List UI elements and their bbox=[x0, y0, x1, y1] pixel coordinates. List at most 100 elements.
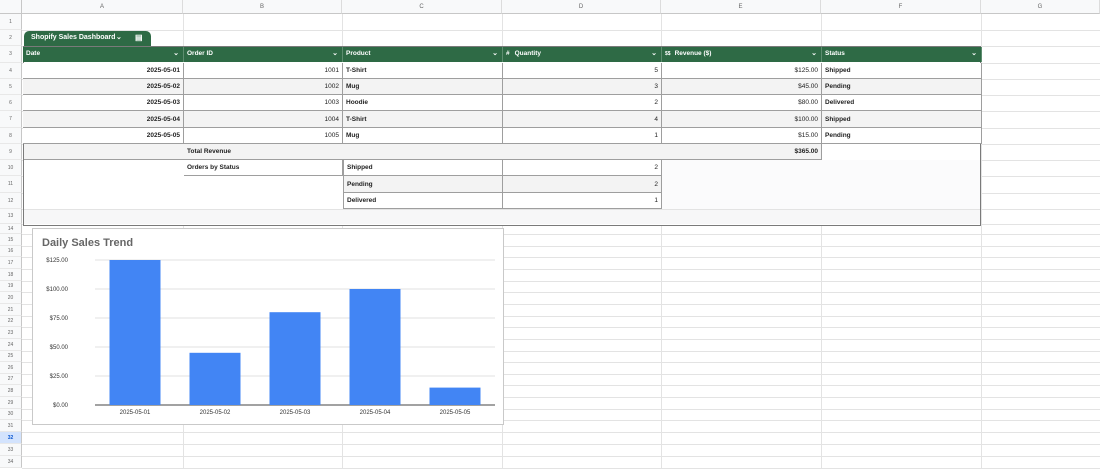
table-name-tab[interactable]: Shopify Sales Dashboard ⌄ ▤ bbox=[24, 31, 151, 46]
table-cell-order-id[interactable]: 1001 bbox=[184, 63, 343, 79]
row-header-18[interactable]: 18 bbox=[0, 269, 22, 281]
table-cell-product[interactable]: T-Shirt bbox=[343, 63, 503, 79]
row-header-1[interactable]: 1 bbox=[0, 14, 22, 30]
row-header-15[interactable]: 15 bbox=[0, 234, 22, 246]
row-header-8[interactable]: 8 bbox=[0, 128, 22, 144]
table-cell-status[interactable]: Shipped bbox=[822, 111, 982, 128]
table-cell-product[interactable]: Mug bbox=[343, 79, 503, 95]
table-cell-revenue[interactable]: $125.00 bbox=[662, 63, 822, 79]
row-header-27[interactable]: 27 bbox=[0, 374, 22, 385]
row-header-9[interactable]: 9 bbox=[0, 144, 22, 160]
row-header-4[interactable]: 4 bbox=[0, 63, 22, 79]
table-cell-revenue[interactable]: $100.00 bbox=[662, 111, 822, 128]
row-header-12[interactable]: 12 bbox=[0, 193, 22, 209]
row-header-19[interactable]: 19 bbox=[0, 281, 22, 292]
table-cell-quantity[interactable]: 1 bbox=[503, 128, 662, 144]
row-header-5[interactable]: 5 bbox=[0, 79, 22, 95]
row-header-22[interactable]: 22 bbox=[0, 316, 22, 327]
row-header-23[interactable]: 23 bbox=[0, 327, 22, 339]
column-header-quantity[interactable]: # Quantity ⌄ bbox=[503, 47, 662, 62]
row-header-13[interactable]: 13 bbox=[0, 209, 22, 224]
table-cell-revenue[interactable]: $80.00 bbox=[662, 95, 822, 111]
table-cell-product[interactable]: Hoodie bbox=[343, 95, 503, 111]
row-header-14[interactable]: 14 bbox=[0, 224, 22, 234]
column-header-b[interactable]: B bbox=[183, 0, 342, 14]
chevron-down-icon[interactable]: ⌄ bbox=[971, 47, 977, 61]
column-header-status[interactable]: Status ⌄ bbox=[822, 47, 982, 62]
table-cell-order-id[interactable]: 1003 bbox=[184, 95, 343, 111]
row-header-11[interactable]: 11 bbox=[0, 176, 22, 193]
table-cell-product[interactable]: Mug bbox=[343, 128, 503, 144]
row-header-16[interactable]: 16 bbox=[0, 246, 22, 257]
chart-bar[interactable] bbox=[109, 260, 161, 405]
column-header-product[interactable]: Product ⌄ bbox=[343, 47, 503, 62]
status-name-cell[interactable]: Pending bbox=[343, 176, 503, 193]
column-header-d[interactable]: D bbox=[502, 0, 661, 14]
table-cell-order-id[interactable]: 1005 bbox=[184, 128, 343, 144]
row-header-20[interactable]: 20 bbox=[0, 292, 22, 304]
table-cell-status[interactable]: Delivered bbox=[822, 95, 982, 111]
row-header-6[interactable]: 6 bbox=[0, 95, 22, 111]
row-header-32[interactable]: 32 bbox=[0, 432, 22, 444]
row-header-28[interactable]: 28 bbox=[0, 385, 22, 397]
table-cell-quantity[interactable]: 5 bbox=[503, 63, 662, 79]
status-count-cell[interactable]: 1 bbox=[503, 193, 662, 209]
table-cell-order-id[interactable]: 1004 bbox=[184, 111, 343, 128]
column-header-revenue[interactable]: $$ Revenue ($) ⌄ bbox=[662, 47, 822, 62]
chevron-down-icon[interactable]: ⌄ bbox=[116, 31, 122, 45]
select-all-corner[interactable] bbox=[0, 0, 22, 14]
row-header-29[interactable]: 29 bbox=[0, 397, 22, 409]
row-header-31[interactable]: 31 bbox=[0, 420, 22, 432]
table-cell-order-id[interactable]: 1002 bbox=[184, 79, 343, 95]
table-cell-quantity[interactable]: 4 bbox=[503, 111, 662, 128]
row-header-25[interactable]: 25 bbox=[0, 351, 22, 362]
row-header-21[interactable]: 21 bbox=[0, 304, 22, 316]
table-cell-status[interactable]: Pending bbox=[822, 128, 982, 144]
row-header-34[interactable]: 34 bbox=[0, 456, 22, 468]
chevron-down-icon[interactable]: ⌄ bbox=[332, 47, 338, 61]
row-header-30[interactable]: 30 bbox=[0, 409, 22, 420]
chart-bar[interactable] bbox=[269, 312, 321, 405]
table-cell-empty[interactable] bbox=[24, 144, 184, 160]
row-header-10[interactable]: 10 bbox=[0, 160, 22, 176]
column-header-order-id[interactable]: Order ID ⌄ bbox=[184, 47, 343, 62]
column-header-a[interactable]: A bbox=[22, 0, 183, 14]
row-header-24[interactable]: 24 bbox=[0, 339, 22, 351]
table-cell-date[interactable]: 2025-05-01 bbox=[23, 63, 184, 79]
column-header-g[interactable]: G bbox=[981, 0, 1100, 14]
row-header-17[interactable]: 17 bbox=[0, 257, 22, 269]
column-header-date[interactable]: Date ⌄ bbox=[23, 47, 184, 62]
row-header-33[interactable]: 33 bbox=[0, 444, 22, 456]
status-name-cell[interactable]: Delivered bbox=[343, 193, 503, 209]
total-revenue-value[interactable]: $365.00 bbox=[662, 144, 822, 160]
status-count-cell[interactable]: 2 bbox=[503, 160, 662, 176]
column-header-f[interactable]: F bbox=[821, 0, 981, 14]
row-header-26[interactable]: 26 bbox=[0, 362, 22, 374]
table-cell-product[interactable]: T-Shirt bbox=[343, 111, 503, 128]
chevron-down-icon[interactable]: ⌄ bbox=[173, 47, 179, 61]
table-cell-date[interactable]: 2025-05-04 bbox=[23, 111, 184, 128]
row-header-2[interactable]: 2 bbox=[0, 30, 22, 46]
table-cell-date[interactable]: 2025-05-02 bbox=[23, 79, 184, 95]
row-header-7[interactable]: 7 bbox=[0, 111, 22, 128]
chart-bar[interactable] bbox=[189, 352, 241, 405]
table-cell-quantity[interactable]: 3 bbox=[503, 79, 662, 95]
table-cell-date[interactable]: 2025-05-03 bbox=[23, 95, 184, 111]
column-header-e[interactable]: E bbox=[661, 0, 821, 14]
table-cell-status[interactable]: Pending bbox=[822, 79, 982, 95]
table-cell-revenue[interactable]: $15.00 bbox=[662, 128, 822, 144]
column-header-c[interactable]: C bbox=[342, 0, 502, 14]
status-name-cell[interactable]: Shipped bbox=[343, 160, 503, 176]
chart-bar[interactable] bbox=[429, 387, 481, 405]
table-cell-revenue[interactable]: $45.00 bbox=[662, 79, 822, 95]
table-cell-quantity[interactable]: 2 bbox=[503, 95, 662, 111]
chevron-down-icon[interactable]: ⌄ bbox=[492, 47, 498, 61]
table-cell-date[interactable]: 2025-05-05 bbox=[23, 128, 184, 144]
chart-bar[interactable] bbox=[349, 289, 401, 405]
status-count-cell[interactable]: 2 bbox=[503, 176, 662, 193]
row-header-3[interactable]: 3 bbox=[0, 46, 22, 63]
table-view-icon[interactable]: ▤ bbox=[135, 31, 143, 45]
chevron-down-icon[interactable]: ⌄ bbox=[651, 47, 657, 61]
table-cell-status[interactable]: Shipped bbox=[822, 63, 982, 79]
sales-chart[interactable]: Daily Sales Trend $0.00 $25.00 $50.00 $75.0… bbox=[32, 228, 504, 425]
